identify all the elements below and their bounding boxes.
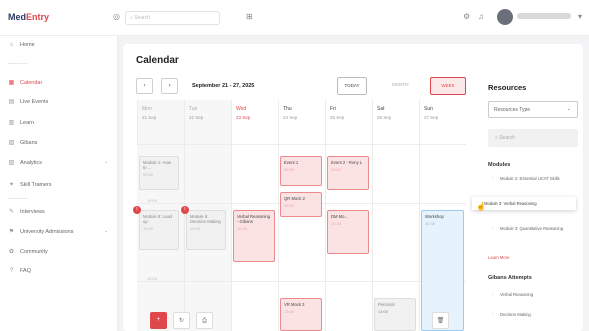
- gibans-item[interactable]: ⋮ Decision Making: [488, 312, 578, 317]
- expand-icon[interactable]: ⊞: [246, 12, 253, 21]
- print-icon[interactable]: ⎙: [196, 312, 213, 329]
- grid-line: [372, 144, 373, 331]
- grid-line: [419, 144, 420, 331]
- sidebar-item-faq[interactable]: ? FAQ: [8, 268, 31, 274]
- sidebar-item-skill-trainers[interactable]: ✦ Skill Trainers: [8, 181, 52, 189]
- grid-line: [137, 144, 466, 145]
- sidebar-item-interviews[interactable]: ✎ Interviews: [8, 208, 45, 216]
- event-card[interactable]: Personal 13:00: [374, 298, 416, 331]
- add-event-button[interactable]: +: [150, 312, 167, 329]
- event-card[interactable]: Verbal Reasoning - Gibans 10:30: [233, 210, 275, 262]
- sidebar-section-divider: ————: [8, 61, 28, 66]
- analytics-icon: ▨: [8, 160, 15, 166]
- event-card[interactable]: Event 2 - Rony L 09:00: [327, 156, 369, 190]
- interviews-icon: ✎: [8, 209, 15, 215]
- drag-icon: ⋮: [490, 292, 495, 297]
- module-item[interactable]: ⋮ Module 2: Essential UCAT Skills: [488, 176, 578, 181]
- alert-badge: !: [181, 206, 189, 214]
- sidebar-item-gibans[interactable]: ▧ Gibans: [8, 139, 38, 147]
- refresh-icon[interactable]: ↻: [173, 312, 190, 329]
- sidebar-item-learn[interactable]: ▥ Learn: [8, 119, 34, 127]
- chevron-down-icon[interactable]: ⌄: [104, 228, 108, 234]
- alert-badge: !: [133, 206, 141, 214]
- month-view-button[interactable]: MONTH: [392, 82, 409, 87]
- week-view-button[interactable]: WEEK: [430, 77, 466, 95]
- day-header-sun[interactable]: Sun 27 Sep: [419, 100, 466, 144]
- faq-icon: ?: [9, 268, 14, 274]
- event-card[interactable]: Module 8: Lead up 10:00: [139, 210, 179, 250]
- university-icon: ⚑: [8, 229, 15, 235]
- globe-icon[interactable]: ◎: [113, 12, 120, 21]
- live-events-icon: ▤: [8, 99, 15, 105]
- user-name-placeholder[interactable]: [517, 13, 571, 19]
- grid-line: [325, 144, 326, 331]
- event-card[interactable]: Event 1 09:00: [280, 156, 322, 186]
- time-label: 10:00: [147, 198, 158, 203]
- drag-icon: ⋮: [490, 226, 495, 231]
- skill-trainers-icon: ✦: [8, 182, 15, 188]
- chevron-down-icon[interactable]: ▾: [578, 12, 582, 21]
- book-icon: ▥: [8, 120, 15, 126]
- main-content: Calendar ‹ › September 21 - 27, 2025 TOD…: [118, 36, 589, 331]
- chevron-down-icon: ⌄: [566, 106, 571, 112]
- delete-icon[interactable]: 🗑: [432, 312, 449, 329]
- gibans-item[interactable]: ⋮ Verbal Reasoning: [488, 292, 578, 297]
- grid-line: [231, 144, 232, 331]
- sidebar-item-calendar[interactable]: ▦ Calendar: [8, 79, 43, 87]
- gibans-icon: ▧: [8, 140, 15, 146]
- sidebar-item-community[interactable]: ✿ Community: [8, 248, 48, 256]
- sidebar-item-analytics[interactable]: ▨ Analytics: [8, 159, 42, 167]
- top-bar: MedEntry ◎ ⌕ Search ⊞ ⚙ ♫ ▾: [0, 0, 589, 36]
- event-card[interactable]: Module 9: Decision Making 10:00: [186, 210, 226, 250]
- calendar-panel: Calendar ‹ › September 21 - 27, 2025 TOD…: [123, 44, 583, 331]
- event-card[interactable]: QR Mock 2 09:30: [280, 192, 322, 217]
- grid-line: [278, 144, 279, 331]
- grid-line: [184, 144, 185, 331]
- resources-type-select[interactable]: Resources Type ⌄: [488, 101, 578, 118]
- drag-icon: ⋮: [490, 312, 495, 317]
- grid-line: [137, 281, 466, 282]
- gibans-heading: Gibans Attempts: [488, 275, 532, 281]
- next-week-button[interactable]: ›: [161, 78, 178, 94]
- event-card[interactable]: DM Mo... 10:30: [327, 210, 369, 254]
- learn-more-link[interactable]: Learn More: [488, 255, 509, 260]
- week-grid: Mon 21 Sep Tue 22 Sep Wed 23 Sep Thu 24 Sep …: [133, 100, 466, 331]
- chevron-down-icon[interactable]: ⌄: [104, 159, 108, 165]
- bell-icon[interactable]: ♫: [478, 12, 484, 21]
- today-button[interactable]: TODAY: [337, 77, 367, 95]
- drag-icon: ⋮: [490, 176, 495, 181]
- date-range-label: September 21 - 27, 2025: [192, 83, 255, 89]
- day-header-tue[interactable]: Tue 22 Sep: [184, 100, 231, 144]
- day-header-mon[interactable]: Mon 21 Sep: [137, 100, 184, 144]
- cursor-hand-icon: ☝: [476, 202, 486, 211]
- sidebar-item-university-admissions[interactable]: ⚑ University Admissions: [8, 228, 74, 236]
- event-card[interactable]: Module 1: How to ... 09:00: [139, 156, 179, 190]
- sidebar-item-home[interactable]: ⌂ Home: [8, 42, 35, 48]
- module-item-dragging[interactable]: Module 3: Verbal Reasoning: [472, 197, 576, 211]
- module-item[interactable]: ⋮ Module 3: Quantitative Reasoning: [488, 226, 578, 231]
- modules-heading: Modules: [488, 162, 511, 168]
- home-icon: ⌂: [9, 42, 14, 48]
- day-header-sat[interactable]: Sat 26 Sep: [372, 100, 419, 144]
- day-header-wed[interactable]: Wed 23 Sep: [231, 100, 278, 144]
- community-icon: ✿: [8, 249, 15, 255]
- resources-search-input[interactable]: ⌕ Search: [488, 129, 578, 147]
- avatar[interactable]: [497, 9, 513, 25]
- event-card[interactable]: VR Mock 3 13:00: [280, 298, 322, 331]
- time-label: 12:00: [147, 276, 158, 281]
- resources-title: Resources: [488, 83, 527, 92]
- page-title: Calendar: [136, 55, 179, 66]
- sidebar: ⌂ Home ———— ▦ Calendar ▤ Live Events ▥ Learn…: [0, 36, 118, 331]
- prev-week-button[interactable]: ‹: [136, 78, 153, 94]
- calendar-icon: ▦: [8, 80, 15, 86]
- search-input[interactable]: ⌕ Search: [125, 11, 220, 25]
- sidebar-item-live-events[interactable]: ▤ Live Events: [8, 98, 49, 106]
- app-logo[interactable]: MedEntry: [8, 12, 49, 22]
- settings-icon[interactable]: ⚙: [463, 12, 470, 21]
- day-header-fri[interactable]: Fri 25 Sep: [325, 100, 372, 144]
- day-header-thu[interactable]: Thu 24 Sep: [278, 100, 325, 144]
- sidebar-section-divider: ————: [8, 196, 28, 201]
